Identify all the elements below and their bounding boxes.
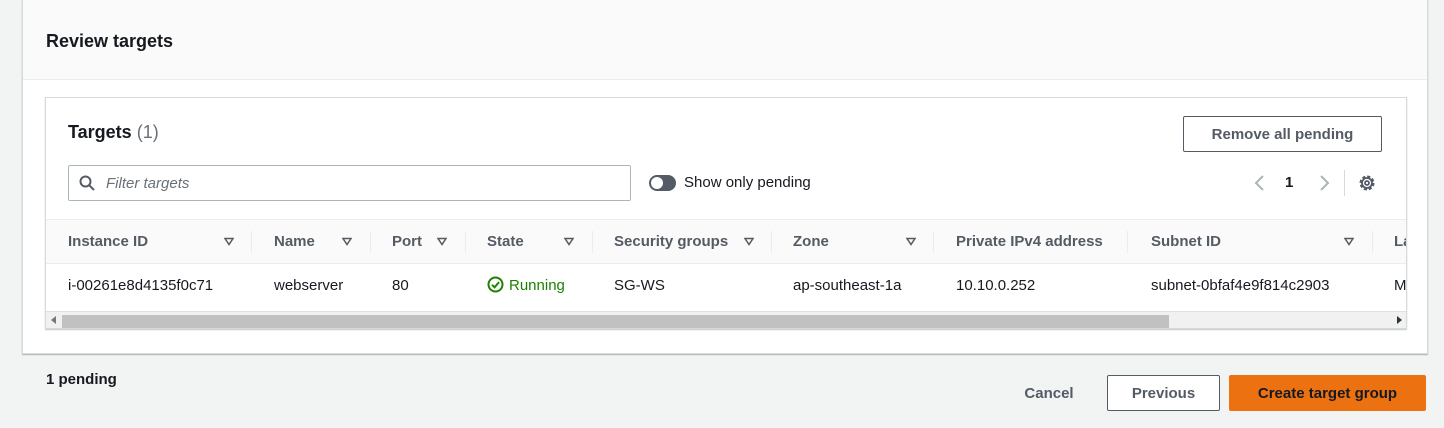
page-number[interactable]: 1: [1285, 174, 1293, 191]
targets-title: Targets: [68, 122, 132, 142]
chevron-left-icon[interactable]: [1252, 173, 1268, 193]
cell-state: Running: [465, 264, 565, 308]
gear-icon[interactable]: [1357, 173, 1377, 193]
scroll-left-arrow-icon[interactable]: [51, 316, 56, 324]
pending-count: 1 pending: [46, 371, 117, 388]
cell-security-groups: SG-WS: [614, 277, 665, 294]
remove-all-pending-button[interactable]: Remove all pending: [1183, 116, 1382, 152]
scroll-right-arrow-icon[interactable]: [1397, 316, 1402, 324]
column-header-security-groups[interactable]: Security groups: [592, 220, 728, 264]
cell-subnet-id: subnet-0bfaf4e9f814c2903: [1151, 277, 1330, 294]
cell-launch: M: [1394, 277, 1407, 294]
targets-count: (1): [136, 122, 159, 142]
status-ok-icon: [487, 276, 504, 293]
targets-table-container: Targets (1) Remove all pending Show only…: [45, 97, 1407, 329]
sort-caret-icon[interactable]: [744, 237, 754, 246]
cell-instance-id: i-00261e8d4135f0c71: [68, 277, 214, 294]
previous-button[interactable]: Previous: [1107, 375, 1220, 411]
chevron-right-icon[interactable]: [1316, 173, 1332, 193]
pagination-divider: [1344, 170, 1345, 196]
cell-zone: ap-southeast-1a: [793, 277, 902, 294]
review-targets-panel: Review targets Targets (1) Remove all pe…: [22, 0, 1428, 354]
toggle-knob: [651, 177, 663, 189]
sort-caret-icon[interactable]: [437, 237, 447, 246]
targets-table: Instance ID Name Port State Security gro…: [46, 219, 1407, 308]
sort-caret-icon[interactable]: [906, 237, 916, 246]
horizontal-scrollbar[interactable]: [46, 311, 1406, 328]
column-header-port[interactable]: Port: [370, 220, 422, 264]
page-title: Review targets: [46, 31, 174, 51]
cell-port: 80: [392, 277, 409, 294]
column-header-zone[interactable]: Zone: [771, 220, 829, 264]
search-icon: [79, 175, 95, 191]
sort-caret-icon[interactable]: [224, 237, 234, 246]
show-only-pending-label: Show only pending: [684, 174, 811, 191]
column-header-launch[interactable]: La: [1372, 220, 1406, 264]
sort-caret-icon[interactable]: [1344, 237, 1354, 246]
targets-heading: Targets (1): [68, 122, 159, 143]
create-target-group-button[interactable]: Create target group: [1229, 375, 1426, 411]
column-header-state[interactable]: State: [465, 220, 524, 264]
column-header-subnet-id[interactable]: Subnet ID: [1129, 220, 1221, 264]
cell-name: webserver: [274, 277, 344, 294]
column-header-name[interactable]: Name: [252, 220, 315, 264]
show-only-pending-toggle[interactable]: [649, 175, 676, 191]
column-header-instance-id[interactable]: Instance ID: [46, 220, 148, 264]
column-divider: [1127, 231, 1128, 253]
filter-targets-input[interactable]: [68, 165, 631, 201]
column-header-private-ipv4[interactable]: Private IPv4 address: [934, 220, 1103, 264]
cell-private-ipv4: 10.10.0.252: [956, 277, 1036, 294]
table-header: Instance ID Name Port State Security gro…: [46, 220, 1406, 264]
cancel-button[interactable]: Cancel: [1011, 375, 1087, 411]
sort-caret-icon[interactable]: [342, 237, 352, 246]
table-row[interactable]: i-00261e8d4135f0c71 webserver 80 Running…: [46, 264, 1407, 308]
sort-caret-icon[interactable]: [564, 237, 574, 246]
scrollbar-thumb[interactable]: [62, 315, 1169, 328]
panel-header: Review targets: [23, 0, 1427, 80]
state-text: Running: [509, 277, 565, 294]
